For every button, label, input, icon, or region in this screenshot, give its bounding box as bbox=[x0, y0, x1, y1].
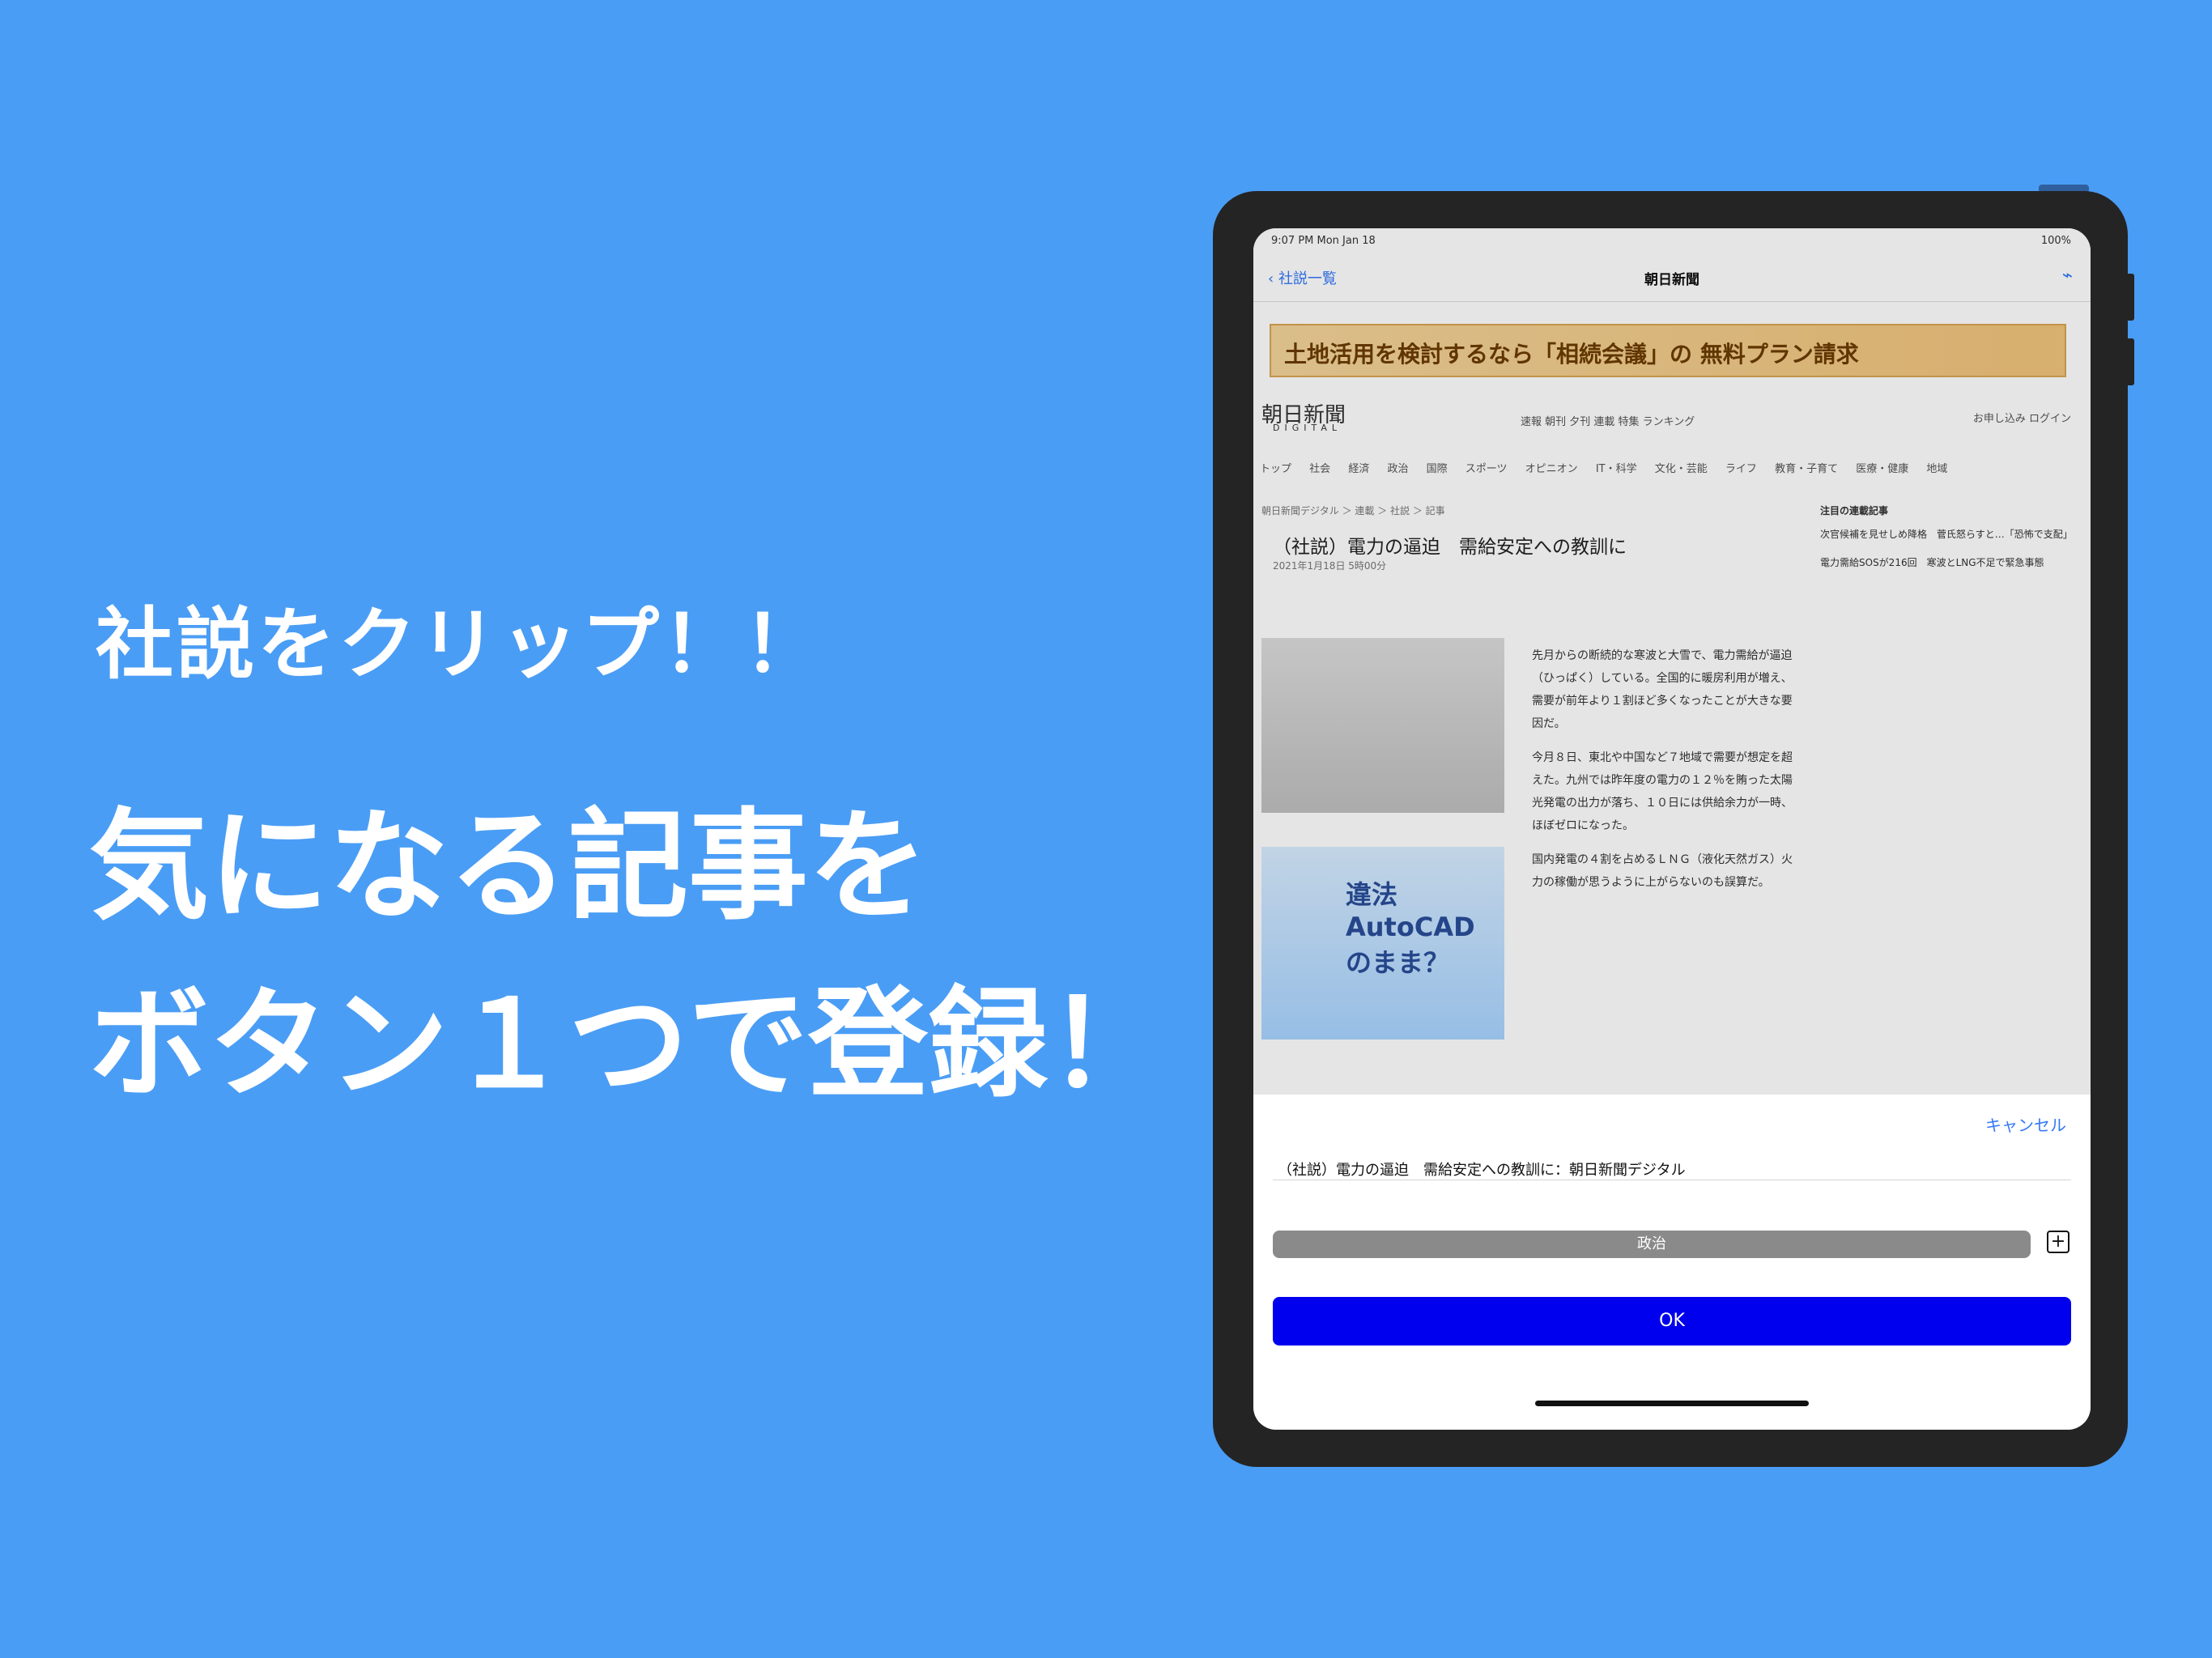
category-selector[interactable]: 政治 bbox=[1273, 1231, 2031, 1258]
article-photo[interactable] bbox=[1261, 638, 1504, 813]
ad-text: 違法 AutoCAD のまま？ bbox=[1346, 879, 1475, 978]
top-links[interactable]: 速報 朝刊 夕刊 連載 特集 ランキング bbox=[1521, 413, 1695, 428]
battery-status: 100% bbox=[2040, 235, 2071, 247]
sidebar-item[interactable]: 次官候補を見せしめ降格 菅氏怒らすと…「恐怖で支配」 bbox=[1820, 527, 2079, 541]
status-bar: 9:07 PM Mon Jan 18 100% bbox=[1253, 228, 2091, 254]
menu-item[interactable]: 地域 bbox=[1926, 463, 1947, 475]
article-headline: （社説）電力の逼迫 需給安定への教訓に bbox=[1273, 537, 1627, 558]
sidebar-item[interactable]: 電力需給SOSが216回 寒波とLNG不足で緊急事態 bbox=[1820, 555, 2079, 569]
ok-button[interactable]: OK bbox=[1273, 1297, 2071, 1346]
menu-item[interactable]: スポーツ bbox=[1465, 463, 1508, 475]
promo-line-2: 気になる記事を bbox=[89, 797, 928, 936]
ad-text: 土地活用を検討するなら「相続会議」の 無料プラン請求 bbox=[1284, 341, 1859, 368]
menu-item[interactable]: 国際 bbox=[1427, 463, 1448, 475]
top-advertisement[interactable]: 土地活用を検討するなら「相続会議」の 無料プラン請求 bbox=[1270, 324, 2066, 377]
menu-item[interactable]: 経済 bbox=[1348, 463, 1369, 475]
menu-item[interactable]: ライフ bbox=[1725, 463, 1757, 475]
breadcrumb[interactable]: 朝日新聞デジタル ＞ 連載 ＞ 社説 ＞ 記事 bbox=[1261, 504, 1445, 517]
promo-subheadline: 気になる記事を ボタン１つで登録！ bbox=[89, 777, 1168, 1133]
paragraph: 今月８日、東北や中国など７地域で需要が想定を超えた。九州では昨年度の電力の１２％… bbox=[1532, 751, 1793, 832]
digital-label: DIGITAL bbox=[1273, 423, 1342, 433]
autocad-ad[interactable]: 違法 AutoCAD のまま？ bbox=[1261, 847, 1504, 1039]
menu-item[interactable]: 社会 bbox=[1309, 463, 1330, 475]
promo-headline: 社説をクリップ！！ bbox=[96, 599, 824, 690]
navigation-bar: ‹ 社説一覧 朝日新聞 ⌁ bbox=[1253, 254, 2091, 302]
sidebar-title: 注目の連載記事 bbox=[1820, 505, 1889, 517]
cancel-button[interactable]: キャンセル bbox=[1985, 1112, 2066, 1136]
navigation-title: 朝日新聞 bbox=[1644, 272, 1699, 288]
paperclip-icon[interactable]: ⌁ bbox=[2062, 266, 2073, 286]
category-menu: トップ 社会 経済 政治 国際 スポーツ オピニオン IT・科学 文化・芸能 ラ… bbox=[1260, 460, 2084, 475]
clip-sheet: キャンセル 政治 + OK bbox=[1253, 1095, 2091, 1430]
promo-line-3: ボタン１つで登録！ bbox=[89, 975, 1168, 1114]
menu-item[interactable]: 政治 bbox=[1387, 463, 1408, 475]
menu-item[interactable]: トップ bbox=[1260, 463, 1291, 475]
article-body: 先月からの断続的な寒波と大雪で、電力需給が逼迫（ひっぱく）している。全国的に暖房… bbox=[1532, 633, 1799, 905]
menu-item[interactable]: 教育・子育て bbox=[1775, 463, 1838, 475]
status-time: 9:07 PM Mon Jan 18 bbox=[1271, 235, 1376, 247]
menu-item[interactable]: 文化・芸能 bbox=[1655, 463, 1708, 475]
menu-item[interactable]: オピニオン bbox=[1525, 463, 1578, 475]
menu-item[interactable]: IT・科学 bbox=[1596, 463, 1637, 475]
home-indicator bbox=[1535, 1401, 1809, 1406]
article-page: 9:07 PM Mon Jan 18 100% ‹ 社説一覧 朝日新聞 ⌁ 土地… bbox=[1253, 228, 2091, 1095]
plus-square-icon[interactable]: + bbox=[2047, 1231, 2069, 1253]
right-sidebar: 注目の連載記事 次官候補を見せしめ降格 菅氏怒らすと…「恐怖で支配」 電力需給S… bbox=[1820, 504, 2079, 569]
article-title-field[interactable] bbox=[1273, 1158, 2071, 1180]
login-links[interactable]: お申し込み ログイン bbox=[1973, 410, 2071, 425]
article-date: 2021年1月18日 5時00分 bbox=[1273, 560, 1387, 572]
menu-item[interactable]: 医療・健康 bbox=[1856, 463, 1908, 475]
tablet-screen: 9:07 PM Mon Jan 18 100% ‹ 社説一覧 朝日新聞 ⌁ 土地… bbox=[1253, 228, 2091, 1430]
paragraph: 先月からの断続的な寒波と大雪で、電力需給が逼迫（ひっぱく）している。全国的に暖房… bbox=[1532, 649, 1793, 730]
paragraph: 国内発電の４割を占めるＬＮＧ（液化天然ガス）火力の稼働が思うように上がらないのも… bbox=[1532, 853, 1793, 889]
